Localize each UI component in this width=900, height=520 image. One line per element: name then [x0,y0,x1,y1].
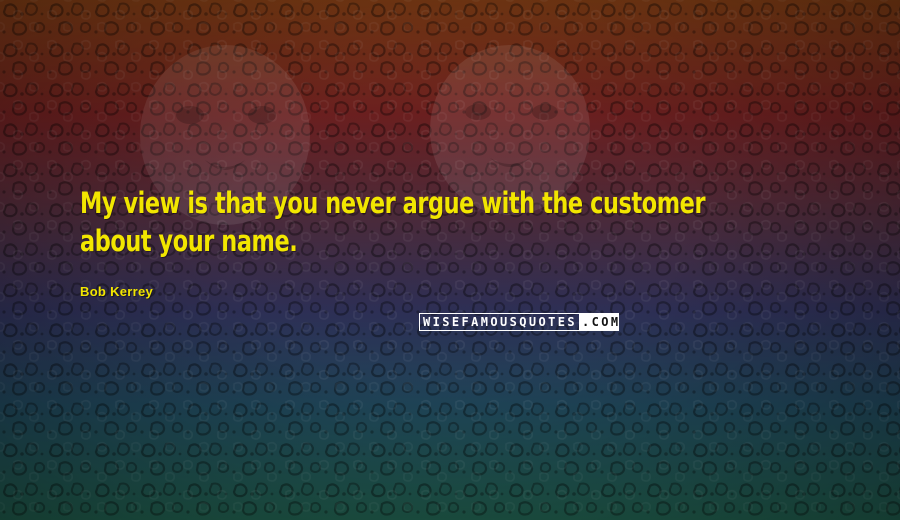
quote-author: Bob Kerrey [80,284,154,299]
watermark-logo: WISEFAMOUSQUOTES .COM [419,313,619,331]
quote-text: My view is that you never argue with the… [80,186,706,258]
leopard-pattern-background [0,0,900,520]
leopard-spots-icon [0,0,900,520]
watermark-text-domain: .COM [579,314,618,330]
watermark-text-brand: WISEFAMOUSQUOTES [423,315,577,329]
